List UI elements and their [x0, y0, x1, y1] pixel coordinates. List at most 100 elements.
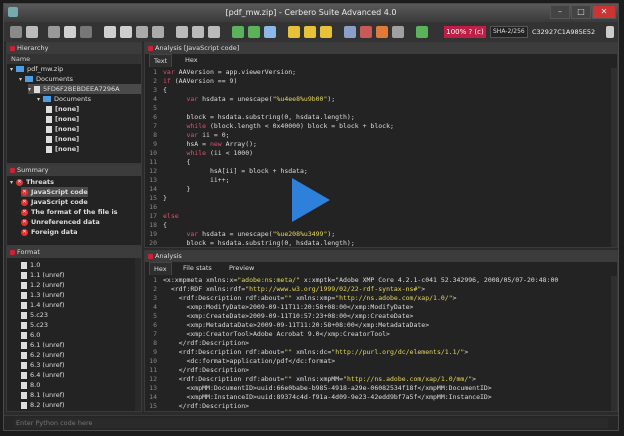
tree-item[interactable]: [none] [46, 134, 79, 144]
document-icon[interactable] [104, 26, 116, 38]
back-icon[interactable] [232, 26, 244, 38]
tree-item[interactable]: [none] [46, 144, 79, 154]
threat-item[interactable]: ✕ The format of the file is [21, 207, 118, 217]
column-header: Name [7, 54, 141, 64]
tree-item-label: [none] [55, 105, 80, 113]
tab-file-stats[interactable]: File stats [179, 262, 216, 274]
tree-item[interactable]: ▾ pdf_mw.zip [10, 64, 63, 74]
threat-icon: ✕ [21, 188, 28, 196]
code-line: <rdf:RDF xmlns:rdf="http://www.w3.org/19… [163, 285, 426, 293]
save-icon[interactable] [26, 26, 38, 38]
code-line: </rdf:Description> [163, 366, 250, 374]
play-icon[interactable] [292, 178, 330, 222]
code-line: if (AAVersion == 9) [163, 77, 238, 85]
hash-algorithm-select[interactable]: SHA-2/256 [490, 26, 528, 38]
copy-hash-icon[interactable] [606, 26, 614, 38]
page-icon[interactable] [176, 26, 188, 38]
tab-hex[interactable]: Hex [149, 262, 172, 275]
threat-icon: ✕ [21, 208, 28, 216]
star-icon[interactable] [288, 26, 300, 38]
document-icon[interactable] [120, 26, 132, 38]
format-item[interactable]: 8.1 (unref) [21, 390, 65, 400]
code-line: } [163, 185, 191, 193]
folder-icon [25, 76, 33, 82]
paste-icon[interactable] [80, 26, 92, 38]
format-item[interactable]: 1.2 (unref) [21, 280, 65, 290]
grid-icon[interactable] [136, 26, 148, 38]
threat-item[interactable]: ✕ JavaScript code [21, 197, 88, 207]
line-number: 14 [149, 393, 157, 401]
arrow-icon[interactable] [264, 26, 276, 38]
star-icon[interactable] [304, 26, 316, 38]
threat-item[interactable]: ✕ JavaScript code [21, 187, 88, 197]
code-line: hsA[ii] = block + hsdata; [163, 167, 308, 175]
code-line: else [163, 212, 179, 220]
threats-node[interactable]: ▾ ✕ Threats [10, 177, 54, 187]
format-item[interactable]: 8.2 (unref) [21, 400, 65, 410]
panel-title: Summary [7, 165, 141, 176]
threat-label: The format of the file is [31, 208, 118, 216]
layout-icon[interactable] [152, 26, 164, 38]
threat-icon: ✕ [21, 218, 28, 226]
format-label: 1.2 (unref) [30, 281, 65, 289]
zoom-indicator[interactable]: 100% ? (c) [444, 26, 486, 38]
code-line: <xmp:ModifyDate>2009-09-11T11:20:58+08:0… [163, 303, 414, 311]
chart-icon[interactable] [344, 26, 356, 38]
format-item[interactable]: 1.4 (unref) [21, 300, 65, 310]
threat-item[interactable]: ✕ Unreferenced data [21, 217, 100, 227]
line-number: 10 [149, 149, 157, 157]
tree-item[interactable]: ▾ Documents [37, 94, 91, 104]
tree-item[interactable]: [none] [46, 104, 79, 114]
scrollbar[interactable] [135, 258, 141, 411]
scrollbar[interactable] [611, 276, 617, 411]
format-item[interactable]: 6.2 (unref) [21, 350, 65, 360]
document-icon [34, 85, 40, 93]
copy-icon[interactable] [64, 26, 76, 38]
line-number: 9 [153, 140, 157, 148]
line-number: 15 [149, 402, 157, 410]
threat-icon: ✕ [21, 228, 28, 236]
code-line: </rdf:Description> [163, 339, 250, 347]
settings-icon[interactable] [48, 26, 60, 38]
page-icon[interactable] [192, 26, 204, 38]
format-item[interactable]: 1.3 (unref) [21, 290, 65, 300]
forward-icon[interactable] [248, 26, 260, 38]
title-bar: [pdf_mw.zip] - Cerbero Suite Advanced 4.… [4, 4, 618, 22]
format-item[interactable]: 6.0 [21, 330, 40, 340]
minimize-button[interactable]: – [550, 5, 570, 19]
code-line: var AAVersion = app.viewerVersion; [163, 68, 297, 76]
page-icon[interactable] [208, 26, 220, 38]
format-item[interactable]: 6.4 (unref) [21, 370, 65, 380]
format-item[interactable]: 5.c23 [21, 310, 48, 320]
document-icon [46, 105, 52, 113]
code-line: <xmpMM:DocumentID>uuid:66e0babe-b985-491… [163, 384, 492, 392]
document-icon [21, 401, 27, 409]
format-item[interactable]: 6.3 (unref) [21, 360, 65, 370]
tab-preview[interactable]: Preview [225, 262, 258, 274]
format-item[interactable]: 1.0 [21, 260, 40, 270]
format-item[interactable]: 5.c23 [21, 320, 48, 330]
tree-item-label: Documents [36, 75, 74, 83]
open-icon[interactable] [10, 26, 22, 38]
python-input[interactable] [14, 418, 608, 428]
star-icon[interactable] [320, 26, 332, 38]
tree-item[interactable]: ▾ Documents [19, 74, 73, 84]
tab-text[interactable]: Text [149, 54, 173, 67]
scrollbar[interactable] [611, 68, 617, 247]
tab-hex[interactable]: Hex [181, 54, 202, 66]
flag-icon[interactable] [360, 26, 372, 38]
threat-item[interactable]: ✕ Foreign data [21, 227, 78, 237]
analysis-xml-panel: Analysis Hex File stats Preview 1 <x:xmpm… [144, 250, 618, 412]
format-item[interactable]: 6.1 (unref) [21, 340, 65, 350]
document-icon [46, 145, 52, 153]
maximize-button[interactable]: □ [571, 5, 591, 19]
tree-item[interactable]: [none] [46, 114, 79, 124]
wand-icon[interactable] [392, 26, 404, 38]
refresh-icon[interactable] [416, 26, 428, 38]
tree-item[interactable]: [none] [46, 124, 79, 134]
tree-item[interactable]: ▾ 5FD6F2BEBDEEA7296A [28, 84, 141, 94]
format-item[interactable]: 8.0 [21, 380, 40, 390]
tools-icon[interactable] [376, 26, 388, 38]
close-button[interactable]: ✕ [592, 5, 616, 19]
format-item[interactable]: 1.1 (unref) [21, 270, 65, 280]
